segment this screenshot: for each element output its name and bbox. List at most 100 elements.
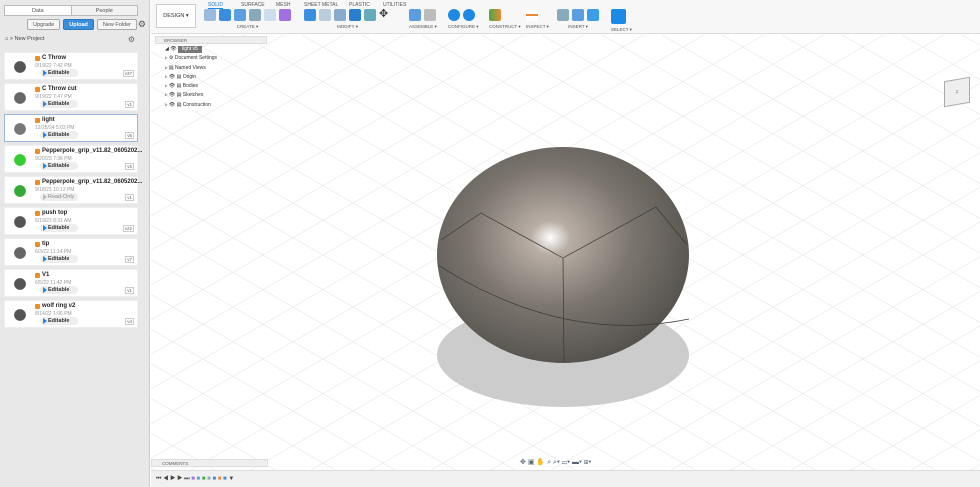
measure-icon[interactable] <box>526 9 538 21</box>
root-component[interactable]: light v5 <box>177 46 202 53</box>
file-card[interactable]: V1 6/5/22 11:42 PM Editable v1 <box>4 269 138 297</box>
file-name[interactable]: Pepperpole_grip_v11.82_0605202... <box>42 179 142 185</box>
insert-group[interactable]: INSERT ▾ <box>557 9 599 33</box>
permission-dropdown[interactable]: Editable <box>40 69 78 77</box>
file-card[interactable]: wolf ring v2 8/14/22 1:06 PM Editable v4 <box>4 300 138 328</box>
version-dropdown[interactable]: v5 <box>125 163 134 170</box>
file-card[interactable]: Pepperpole_grip_v11.82_0605202... 9/20/2… <box>4 145 142 173</box>
extrude-icon[interactable] <box>219 9 231 21</box>
permission-dropdown[interactable]: Editable <box>40 100 78 108</box>
insert-menu[interactable]: INSERT ▾ <box>557 24 599 30</box>
viewcube[interactable]: Z <box>944 76 970 108</box>
permission-dropdown[interactable]: Editable <box>40 255 78 263</box>
fillet-icon[interactable] <box>319 9 331 21</box>
file-thumbnail[interactable] <box>8 119 32 139</box>
file-thumbnail[interactable] <box>8 212 32 232</box>
file-name[interactable]: Pepperpole_grip_v11.82_0605202... <box>42 148 142 154</box>
timeline-features[interactable]: ■ ■ ■ ■ ■ ■ ■ <box>191 476 226 482</box>
revolve-icon[interactable] <box>234 9 246 21</box>
file-name[interactable]: V1 <box>42 272 49 278</box>
version-dropdown[interactable]: v7 <box>125 256 134 263</box>
sketch-icon[interactable] <box>204 9 216 21</box>
file-thumbnail[interactable] <box>8 181 32 201</box>
file-card[interactable]: C Throw cut 9/19/22 7:47 PM Editable v1 <box>4 83 138 111</box>
permission-dropdown[interactable]: Read-Only <box>40 193 78 201</box>
file-name[interactable]: tip <box>42 241 49 247</box>
tree-root[interactable]: ◢ 👁 light v5 <box>165 45 217 54</box>
version-dropdown[interactable]: v1 <box>125 194 134 201</box>
tree-item-bodies[interactable]: ▹ 👁 ▤ Bodies <box>165 82 217 91</box>
upload-button[interactable]: Upload <box>63 19 94 30</box>
version-dropdown[interactable]: v37 <box>122 70 134 77</box>
select-group[interactable]: SELECT ▾ <box>611 9 632 33</box>
settings-icon[interactable]: ⚙ <box>128 35 135 44</box>
new-component-icon[interactable] <box>409 9 421 21</box>
file-name[interactable]: C Throw <box>42 55 66 61</box>
file-name[interactable]: light <box>42 117 55 123</box>
file-thumbnail[interactable] <box>8 243 32 263</box>
file-card[interactable]: tip 6/3/22 11:14 PM Editable v7 <box>4 238 138 266</box>
canvas-viewport[interactable]: BROWSER ◢ 👁 light v5 ▹ ⚙ Document Settin… <box>151 35 980 470</box>
shell-icon[interactable] <box>334 9 346 21</box>
insert-derive-icon[interactable] <box>557 9 569 21</box>
construct-group[interactable]: CONSTRUCT ▾ <box>489 9 521 33</box>
configure-table-icon[interactable] <box>463 9 475 21</box>
tab-people[interactable]: People <box>70 6 137 15</box>
home-icon[interactable]: ⌂ <box>5 36 8 42</box>
inspect-menu[interactable]: INSPECT ▾ <box>526 24 549 30</box>
tree-item-origin[interactable]: ▹ 👁 ▤ Origin <box>165 73 217 82</box>
tab-sheet-metal[interactable]: SHEET METAL <box>304 2 338 8</box>
file-thumbnail[interactable] <box>8 57 32 77</box>
plane-icon[interactable] <box>489 9 501 21</box>
file-thumbnail[interactable] <box>8 150 32 170</box>
upgrade-button[interactable]: Upgrade <box>27 19 61 30</box>
play-icon[interactable]: ▶ <box>170 476 175 482</box>
step-forward-icon[interactable]: ▶ <box>177 476 182 482</box>
file-card[interactable]: Pepperpole_grip_v11.82_0605202... 9/18/2… <box>4 176 142 204</box>
tree-item-sketches[interactable]: ▹ 👁 ▤ Sketches <box>165 91 217 100</box>
select-icon[interactable] <box>611 9 626 24</box>
version-dropdown[interactable]: v1 <box>125 287 134 294</box>
sphere-body[interactable] <box>437 147 689 363</box>
tab-data[interactable]: Data <box>5 6 71 15</box>
pattern-icon[interactable] <box>264 9 276 21</box>
pan-icon[interactable]: ✋ <box>536 459 545 466</box>
version-dropdown[interactable]: v4 <box>125 318 134 325</box>
go-to-end-icon[interactable]: ⏭ <box>184 476 189 482</box>
split-icon[interactable] <box>364 9 376 21</box>
timeline-marker[interactable]: ▼ <box>228 476 234 482</box>
tree-item-document-settings[interactable]: ▹ ⚙ Document Settings <box>165 54 217 63</box>
assemble-menu[interactable]: ASSEMBLE ▾ <box>409 24 437 30</box>
tab-plastic[interactable]: PLASTIC <box>349 2 370 8</box>
modify-menu[interactable]: MODIFY ▾ <box>304 24 391 30</box>
look-at-icon[interactable]: ▣ <box>528 459 535 466</box>
hole-icon[interactable] <box>249 9 261 21</box>
permission-dropdown[interactable]: Editable <box>40 162 78 170</box>
comments-panel[interactable]: COMMENTS <box>151 459 268 467</box>
visual-style-icon[interactable]: ▬▾ <box>572 459 582 466</box>
file-card[interactable]: C Throw 9/19/22 7:42 PM Editable v37 <box>4 52 138 80</box>
permission-dropdown[interactable]: Editable <box>40 317 78 325</box>
configure-group[interactable]: CONFIGURE ▾ <box>448 9 479 33</box>
permission-dropdown[interactable]: Editable <box>40 131 78 139</box>
breadcrumb-project[interactable]: New Project <box>15 36 45 42</box>
display-settings-icon[interactable]: ▭▾ <box>562 459 570 466</box>
tab-surface[interactable]: SURFACE <box>241 2 265 8</box>
assemble-group[interactable]: ASSEMBLE ▾ <box>409 9 437 33</box>
create-menu[interactable]: CREATE ▾ <box>204 24 291 30</box>
version-dropdown[interactable]: v1 <box>125 101 134 108</box>
form-icon[interactable] <box>279 9 291 21</box>
step-back-icon[interactable]: ◀ <box>163 476 168 482</box>
inspect-group[interactable]: INSPECT ▾ <box>526 9 549 33</box>
tab-mesh[interactable]: MESH <box>276 2 290 8</box>
file-thumbnail[interactable] <box>8 305 32 325</box>
insert-image-icon[interactable] <box>587 9 599 21</box>
configure-icon[interactable] <box>448 9 460 21</box>
grid-settings-icon[interactable]: ⊞▾ <box>584 459 591 466</box>
tree-item-construction[interactable]: ▹ 👁 ▤ Construction <box>165 101 217 110</box>
create-group[interactable]: CREATE ▾ <box>204 9 291 33</box>
orbit-icon[interactable]: ✥ <box>520 459 526 466</box>
permission-dropdown[interactable]: Editable <box>40 224 78 232</box>
select-menu[interactable]: SELECT ▾ <box>611 27 632 33</box>
browser-panel-header[interactable]: BROWSER <box>155 36 267 44</box>
